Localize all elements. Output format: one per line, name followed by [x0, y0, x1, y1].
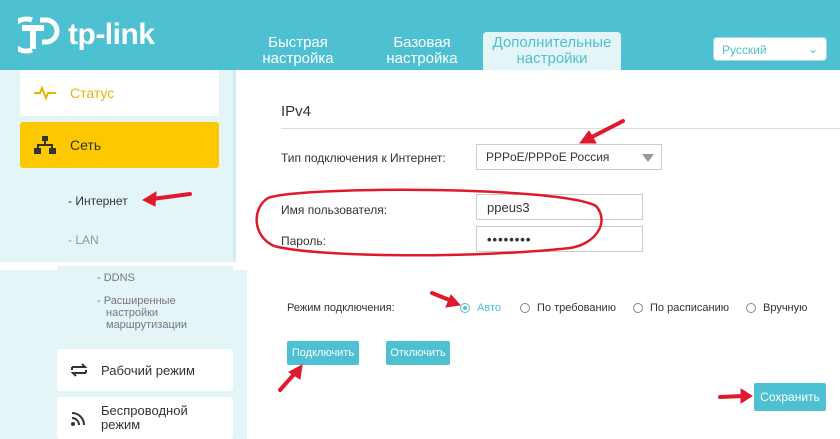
radio-dot-icon — [746, 303, 756, 313]
radio-mode-manual[interactable]: Вручную — [746, 302, 807, 314]
tp-link-logo: tp-link — [18, 14, 155, 56]
tab-label-line1: Дополнительные — [492, 34, 612, 51]
sidebar-item-operation-mode[interactable]: Рабочий режим — [57, 349, 233, 391]
radio-dot-icon — [460, 303, 470, 313]
save-button[interactable]: Сохранить — [754, 383, 826, 411]
tab-label-line1: Быстрая — [268, 34, 328, 51]
submenu-label-line2: настройки — [106, 307, 159, 319]
connection-type-select[interactable]: PPPoE/PPPoE Россия — [476, 144, 662, 170]
radio-mode-auto[interactable]: Авто — [460, 302, 501, 314]
tp-link-logo-icon — [18, 16, 60, 54]
sidebar-label-line2: режим — [101, 417, 141, 432]
radio-mode-scheduled[interactable]: По расписанию — [633, 302, 729, 314]
arrow-to-connect-button — [278, 364, 303, 392]
submenu-label-line1: - Расширенные — [97, 295, 176, 307]
radio-mode-on-demand[interactable]: По требованию — [520, 302, 616, 314]
tab-label-line2: настройки — [516, 50, 588, 67]
swap-arrows-icon — [57, 362, 101, 378]
section-title: IPv4 — [281, 103, 312, 120]
radio-dot-icon — [520, 303, 530, 313]
password-input[interactable]: •••••••• — [476, 226, 643, 252]
brand-name: tp-link — [68, 18, 155, 51]
language-select[interactable]: Русский ⌄ — [713, 37, 827, 61]
submenu-item-lan[interactable]: - LAN — [68, 233, 99, 247]
section-divider — [281, 128, 840, 129]
radio-dot-icon — [633, 303, 643, 313]
arrow-to-save-button — [718, 388, 753, 404]
router-admin-page: tp-link Быстрая настройка Базовая настро… — [0, 0, 840, 439]
connection-type-value: PPPoE/PPPoE Россия — [486, 150, 610, 164]
password-label: Пароль: — [281, 234, 326, 248]
tab-basic-settings[interactable]: Базовая настройка — [352, 32, 492, 70]
username-label: Имя пользователя: — [281, 203, 388, 217]
submenu-item-internet[interactable]: - Интернет — [68, 194, 128, 208]
radio-label: По расписанию — [650, 302, 730, 314]
username-input[interactable]: ppeus3 — [476, 194, 643, 220]
language-value: Русский — [722, 43, 767, 57]
network-icon — [20, 136, 70, 154]
connection-type-label: Тип подключения к Интернет: — [281, 151, 446, 165]
tab-label-line2: настройка — [262, 50, 334, 67]
sidebar-item-label: Сеть — [70, 137, 102, 153]
radio-label: Авто — [477, 302, 501, 314]
sidebar-label-line1: Беспроводной — [101, 403, 188, 418]
tab-label-line2: настройка — [386, 50, 458, 67]
connection-mode-label: Режим подключения: — [287, 302, 395, 314]
sidebar-item-status[interactable]: Статус — [20, 70, 219, 116]
sidebar-item-network[interactable]: Сеть — [20, 122, 219, 168]
tab-label-line1: Базовая — [393, 34, 451, 51]
submenu-item-advanced-routing[interactable]: - Расширенные настройки маршрутизации — [97, 295, 207, 331]
tab-advanced-settings[interactable]: Дополнительные настройки — [483, 32, 621, 70]
sidebar-item-wireless[interactable]: Беспроводной режим — [57, 397, 233, 439]
sidebar-divider — [233, 70, 236, 262]
tab-quick-setup[interactable]: Быстрая настройка — [228, 32, 368, 70]
dropdown-arrow-icon — [642, 154, 654, 162]
network-submenu — [20, 168, 219, 262]
submenu-item-ddns[interactable]: - DDNS — [97, 272, 135, 284]
sidebar-item-label: Беспроводной режим — [101, 404, 188, 432]
radio-label: По требованию — [537, 302, 616, 314]
submenu-label-line3: маршрутизации — [106, 319, 188, 331]
disconnect-button[interactable]: Отключить — [386, 341, 450, 365]
arrow-to-connection-type — [579, 119, 625, 144]
wifi-icon — [57, 409, 101, 427]
top-header: tp-link Быстрая настройка Базовая настро… — [0, 0, 840, 70]
sidebar-item-label: Рабочий режим — [101, 362, 195, 378]
radio-label: Вручную — [763, 302, 808, 314]
sidebar-item-label: Статус — [70, 85, 115, 101]
connect-button[interactable]: Подключить — [287, 341, 359, 365]
arrow-to-auto-mode — [430, 291, 461, 308]
chevron-down-icon: ⌄ — [807, 42, 818, 56]
pulse-icon — [20, 86, 70, 100]
